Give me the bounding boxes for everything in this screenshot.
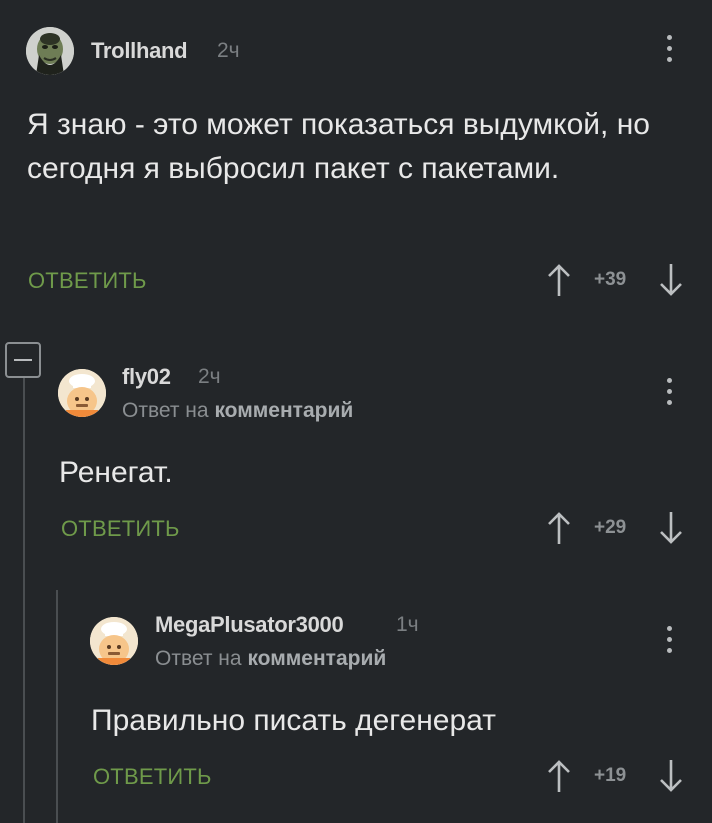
more-menu-icon[interactable] xyxy=(664,35,674,62)
comment-text: Ренегат. xyxy=(59,456,173,489)
reply-to-info: Ответ на комментарий xyxy=(122,399,353,423)
avatar[interactable] xyxy=(58,369,106,417)
chef-avatar-icon xyxy=(58,369,106,417)
reply-button[interactable]: ОТВЕТИТЬ xyxy=(61,516,180,542)
avatar[interactable] xyxy=(26,27,74,75)
downvote-arrow-icon[interactable] xyxy=(658,759,684,793)
comment-author[interactable]: Trollhand xyxy=(91,38,188,64)
reply-to-info: Ответ на комментарий xyxy=(155,647,386,671)
avatar[interactable] xyxy=(90,617,138,665)
collapse-icon xyxy=(14,359,32,361)
more-menu-icon[interactable] xyxy=(664,378,674,405)
chef-avatar-icon xyxy=(90,617,138,665)
comment-score: +29 xyxy=(594,517,627,538)
comment-author[interactable]: MegaPlusator3000 xyxy=(155,612,344,638)
collapse-thread-button[interactable] xyxy=(5,342,41,378)
thread-line-level-1 xyxy=(23,378,25,823)
reply-to-link[interactable]: комментарий xyxy=(214,399,353,422)
downvote-arrow-icon[interactable] xyxy=(658,263,684,297)
troll-avatar-icon xyxy=(26,27,74,75)
comment-score: +39 xyxy=(594,269,627,290)
comment-text: Я знаю - это может показаться выдумкой, … xyxy=(27,108,650,185)
upvote-arrow-icon[interactable] xyxy=(546,511,572,545)
reply-to-prefix: Ответ на xyxy=(122,399,209,422)
more-menu-icon[interactable] xyxy=(664,626,674,653)
comment-time: 2ч xyxy=(198,365,221,388)
upvote-arrow-icon[interactable] xyxy=(546,759,572,793)
comment-author[interactable]: fly02 xyxy=(122,364,171,390)
downvote-arrow-icon[interactable] xyxy=(658,511,684,545)
comment-time: 2ч xyxy=(217,39,240,62)
reply-button[interactable]: ОТВЕТИТЬ xyxy=(28,268,147,294)
upvote-arrow-icon[interactable] xyxy=(546,263,572,297)
reply-to-prefix: Ответ на xyxy=(155,647,242,670)
comment-time: 1ч xyxy=(396,613,419,636)
reply-to-link[interactable]: комментарий xyxy=(247,647,386,670)
comment-score: +19 xyxy=(594,765,627,786)
thread-line-level-2 xyxy=(56,590,58,823)
reply-button[interactable]: ОТВЕТИТЬ xyxy=(93,764,212,790)
comment-text: Правильно писать дегенерат xyxy=(91,704,496,737)
